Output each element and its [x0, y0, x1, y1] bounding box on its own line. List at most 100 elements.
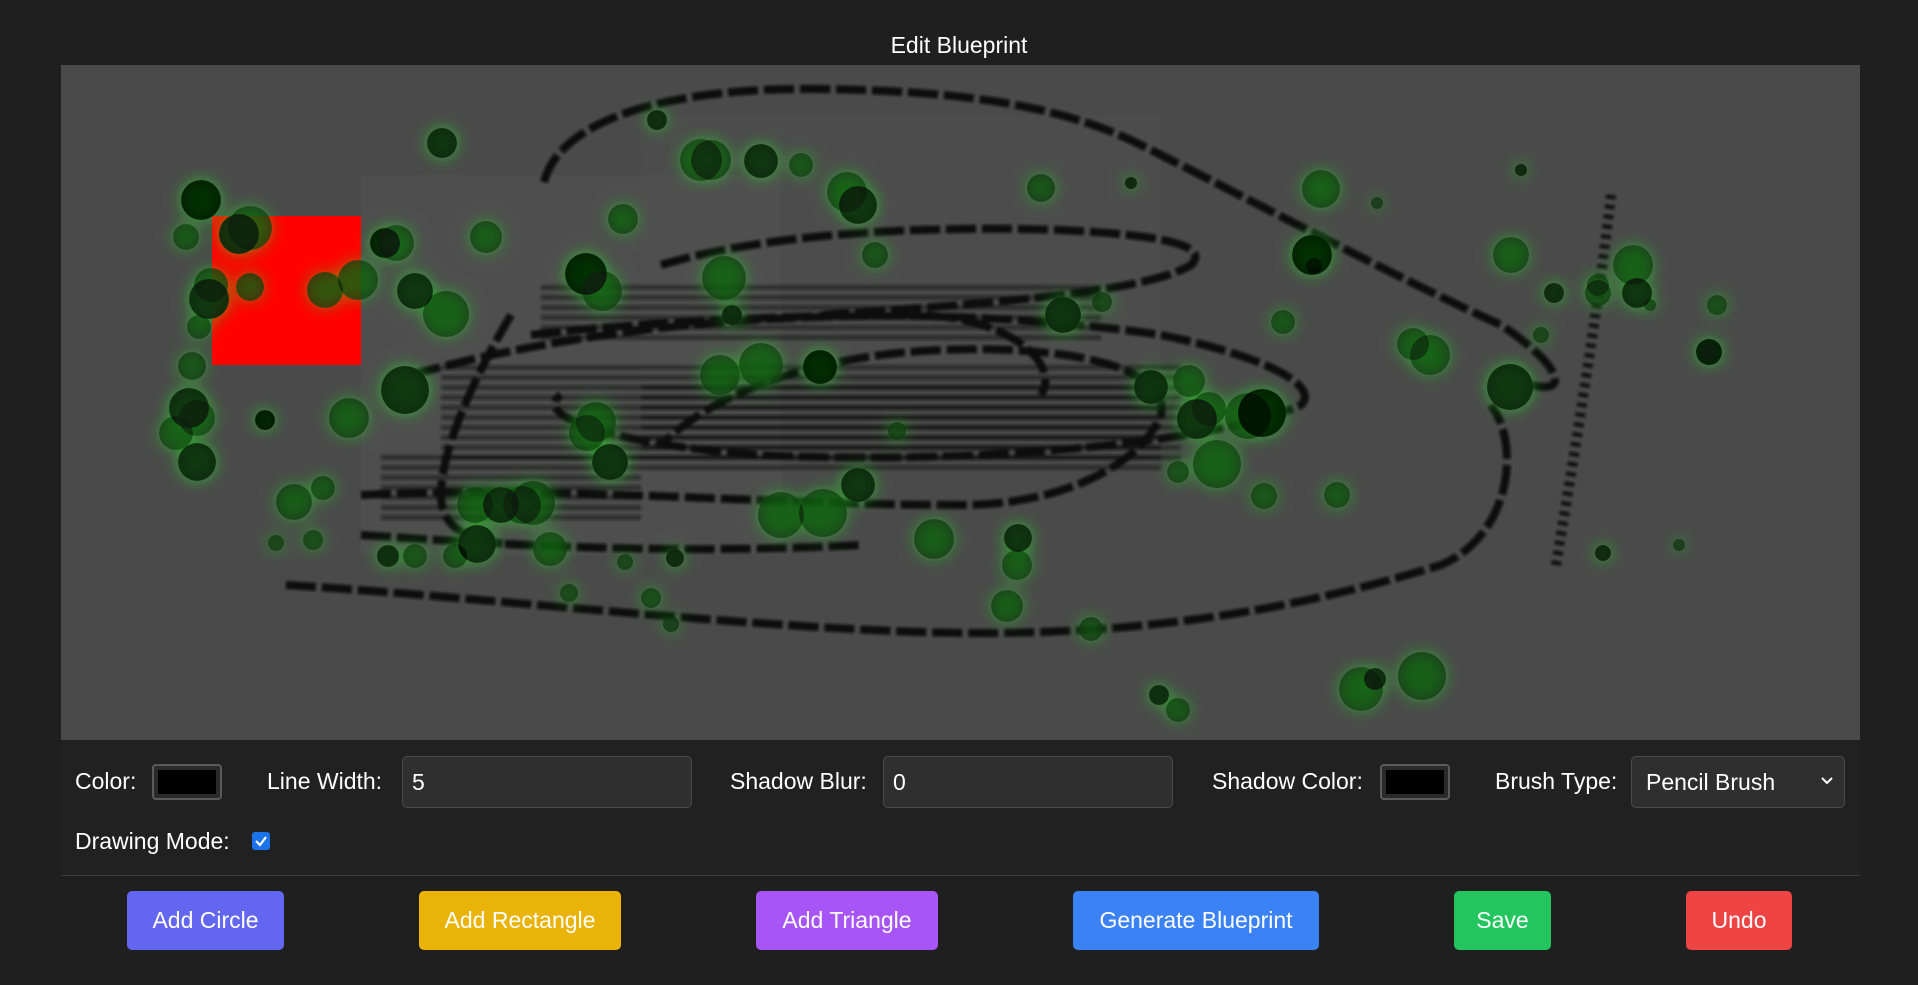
canvas-circle — [1149, 685, 1169, 705]
canvas-circle — [641, 588, 661, 608]
canvas-circle — [839, 186, 877, 224]
chevron-down-icon — [1820, 757, 1834, 828]
canvas-circle — [1092, 292, 1112, 312]
generate-blueprint-button[interactable]: Generate Blueprint — [1073, 891, 1319, 950]
canvas-drawing-surface[interactable] — [61, 65, 1860, 740]
canvas-circle — [914, 519, 954, 559]
brush-type-value: Pencil Brush — [1646, 769, 1776, 795]
canvas-circle — [1027, 174, 1055, 202]
canvas-circle — [189, 279, 229, 319]
drawing-canvas[interactable] — [61, 65, 1860, 740]
canvas-circle — [329, 398, 369, 438]
checkmark-icon — [255, 836, 267, 847]
canvas-circle — [617, 554, 633, 570]
canvas-circle — [1595, 545, 1611, 561]
shadow-blur-input[interactable]: 0 — [883, 756, 1173, 808]
canvas-circle — [1079, 617, 1103, 641]
canvas-circle — [888, 422, 906, 440]
canvas-circle — [423, 291, 469, 337]
canvas-circle — [1167, 461, 1189, 483]
canvas-circle — [443, 544, 467, 568]
canvas-circle — [276, 484, 312, 520]
canvas-circle — [691, 140, 731, 180]
canvas-circle — [268, 535, 284, 551]
drawing-mode-checkbox[interactable] — [252, 832, 270, 850]
canvas-circle — [1493, 237, 1529, 273]
canvas-circle — [1487, 364, 1533, 410]
canvas-circle — [236, 273, 264, 301]
canvas-circle — [181, 180, 221, 220]
canvas-circle — [178, 352, 206, 380]
canvas-circle — [1324, 482, 1350, 508]
canvas-circle — [608, 204, 638, 234]
color-swatch — [158, 770, 216, 794]
canvas-circle — [582, 271, 622, 311]
canvas-circle — [799, 489, 847, 537]
canvas-circle — [991, 590, 1023, 622]
add-rectangle-button[interactable]: Add Rectangle — [419, 891, 621, 950]
brush-type-select[interactable]: Pencil Brush — [1631, 756, 1845, 808]
canvas-circle — [789, 153, 813, 177]
canvas-circle — [1306, 258, 1322, 274]
canvas-circle — [187, 315, 211, 339]
canvas-circle — [862, 242, 888, 268]
page-title: Edit Blueprint — [890, 32, 1028, 58]
canvas-circle — [1004, 524, 1032, 552]
canvas-circle — [803, 350, 837, 384]
canvas-circle — [1533, 327, 1549, 343]
canvas-circle — [702, 256, 746, 300]
line-width-input[interactable]: 5 — [402, 756, 692, 808]
canvas-circle — [1173, 365, 1205, 397]
canvas-circle — [338, 260, 378, 300]
canvas-circle — [1700, 343, 1718, 361]
canvas-circle — [1134, 370, 1168, 404]
canvas-circle — [1587, 274, 1609, 296]
canvas-circle — [1410, 335, 1450, 375]
canvas-circle — [533, 532, 567, 566]
canvas-circle — [159, 416, 193, 450]
save-button[interactable]: Save — [1454, 891, 1551, 950]
canvas-circle — [1707, 295, 1727, 315]
canvas-circle — [1192, 392, 1226, 426]
canvas-circle — [255, 410, 275, 430]
canvas-circle — [1271, 310, 1295, 334]
canvas-circle — [403, 544, 427, 568]
canvas-circle — [1371, 197, 1383, 209]
canvas-circle — [1045, 297, 1081, 333]
canvas-circle — [1544, 283, 1564, 303]
color-picker[interactable] — [152, 764, 222, 800]
canvas-circle — [744, 144, 778, 178]
line-width-label: Line Width: — [267, 768, 383, 794]
canvas-circle — [228, 206, 272, 250]
shadow-color-picker[interactable] — [1380, 764, 1450, 800]
drawing-mode-label: Drawing Mode: — [75, 828, 230, 854]
canvas-circle — [173, 224, 199, 250]
canvas-circle — [378, 225, 414, 261]
canvas-circle — [666, 549, 684, 567]
canvas-circle — [1238, 389, 1286, 437]
canvas-circle — [1339, 667, 1383, 711]
canvas-circle — [1166, 698, 1190, 722]
shadow-blur-label: Shadow Blur: — [730, 768, 867, 794]
add-circle-button[interactable]: Add Circle — [127, 891, 284, 950]
canvas-circle — [1673, 539, 1685, 551]
canvas-circle — [303, 530, 323, 550]
canvas-circle — [1644, 299, 1656, 311]
shadow-color-swatch — [1386, 770, 1444, 794]
canvas-circle — [377, 545, 399, 567]
canvas-circle — [647, 110, 667, 130]
undo-button[interactable]: Undo — [1686, 891, 1792, 950]
canvas-circle — [560, 584, 578, 602]
canvas-circle — [592, 444, 628, 480]
canvas-circle — [569, 415, 605, 451]
canvas-circle — [1302, 170, 1340, 208]
canvas-circle — [1515, 164, 1527, 176]
stroke-hatch — [541, 285, 1101, 345]
canvas-circle — [1398, 652, 1446, 700]
brush-type-label: Brush Type: — [1495, 768, 1618, 794]
canvas-circle — [381, 366, 429, 414]
canvas-circle — [470, 221, 502, 253]
add-triangle-button[interactable]: Add Triangle — [756, 891, 938, 950]
canvas-circle — [1002, 550, 1032, 580]
canvas-circle — [1251, 483, 1277, 509]
